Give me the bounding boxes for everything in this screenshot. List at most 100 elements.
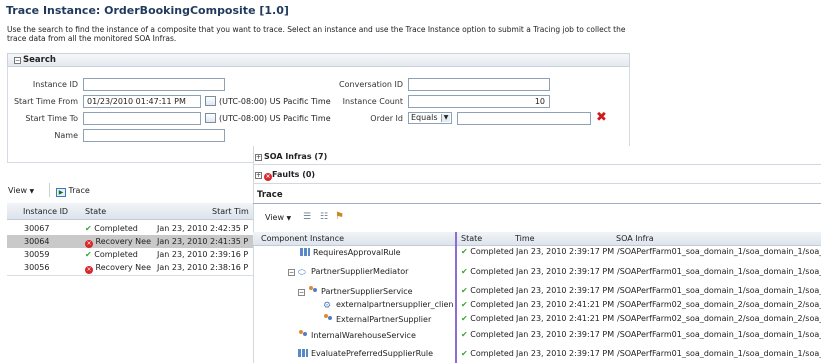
instance-id-cell: 30064 bbox=[24, 237, 50, 246]
state-text: Completed bbox=[470, 267, 514, 276]
column-header-time[interactable]: Time bbox=[515, 232, 535, 246]
conversation-id-input[interactable] bbox=[408, 78, 550, 91]
table-row[interactable]: 30059 ✔ Completed Jan 23, 2010 2:39:16 P bbox=[7, 248, 254, 261]
instance-count-label: Instance Count bbox=[342, 97, 403, 106]
time-cell: Jan 23, 2010 2:39:17 PM bbox=[516, 267, 615, 276]
order-id-input[interactable] bbox=[457, 112, 591, 125]
divider bbox=[253, 203, 821, 204]
trace-button[interactable]: ▶ Trace bbox=[56, 186, 90, 197]
view-menu[interactable]: View ▼ bbox=[8, 186, 34, 195]
state-cell: ✔ Completed bbox=[461, 300, 514, 309]
time-cell: Jan 23, 2010 2:39:17 PM bbox=[516, 349, 615, 358]
check-icon: ✔ bbox=[461, 286, 468, 295]
start-time-cell: Jan 23, 2010 2:38:16 P bbox=[157, 263, 249, 272]
table-row[interactable]: 30067 ✔ Completed Jan 23, 2010 2:42:35 P bbox=[7, 222, 254, 235]
column-header-state[interactable]: State bbox=[461, 232, 482, 246]
column-header-instance-id[interactable]: Instance ID bbox=[23, 207, 68, 216]
start-time-to-input[interactable] bbox=[83, 112, 201, 125]
table-row[interactable]: 30064 × Recovery Nee Jan 23, 2010 2:41:3… bbox=[7, 235, 254, 248]
name-label: Name bbox=[54, 131, 78, 140]
page-description: Use the search to find the instance of a… bbox=[7, 25, 626, 43]
soa-infras-section[interactable]: + SOA Infras (7) bbox=[255, 152, 327, 161]
service-icon bbox=[298, 330, 308, 339]
tree-node-external-supplier[interactable]: ExternalPartnerSupplier bbox=[323, 314, 431, 324]
instance-id-input[interactable] bbox=[83, 78, 225, 91]
panel-view-menu[interactable]: View ▼ bbox=[265, 213, 291, 222]
page-title: Trace Instance: OrderBookingComposite [1… bbox=[6, 4, 289, 17]
chevron-down-icon: ▼ bbox=[29, 188, 35, 195]
chevron-down-icon: ▼ bbox=[286, 215, 292, 222]
state-text: Completed bbox=[470, 314, 514, 323]
state-text: Completed bbox=[94, 250, 138, 259]
rule-icon bbox=[300, 248, 310, 256]
state-text: Completed bbox=[470, 300, 514, 309]
state-cell: ✔ Completed bbox=[85, 248, 138, 261]
start-time-to-label: Start Time To bbox=[25, 114, 78, 123]
column-header-start-time[interactable]: Start Tim bbox=[212, 207, 249, 216]
expand-icon[interactable]: + bbox=[255, 154, 262, 161]
expand-all-icon[interactable]: ☰ bbox=[303, 212, 311, 222]
collapse-all-icon[interactable]: ☷ bbox=[320, 212, 328, 222]
order-id-operator-select[interactable]: Equals ▼ bbox=[408, 112, 452, 124]
table-bottom-border bbox=[7, 275, 254, 276]
soa-infra-cell: /SOAPerfFarm01_soa_domain_1/soa_domain_1… bbox=[617, 330, 821, 339]
collapse-icon[interactable]: − bbox=[14, 57, 21, 64]
conversation-id-label: Conversation ID bbox=[339, 80, 403, 89]
instance-id-cell: 30067 bbox=[24, 224, 50, 233]
name-input[interactable] bbox=[83, 129, 225, 142]
node-label: PartnerSupplierMediator bbox=[311, 267, 409, 276]
collapse-icon[interactable]: − bbox=[288, 269, 295, 276]
column-header-component[interactable]: Component Instance bbox=[261, 232, 344, 246]
view-menu-label: View bbox=[8, 186, 27, 195]
tree-node-partner-mediator[interactable]: − ⬭ PartnerSupplierMediator bbox=[288, 267, 408, 278]
tree-node-internal-warehouse[interactable]: InternalWarehouseService bbox=[298, 330, 416, 340]
column-header-soa-infra[interactable]: SOA Infra bbox=[616, 232, 654, 246]
faults-label: Faults (0) bbox=[272, 170, 316, 179]
state-text: Completed bbox=[94, 224, 138, 233]
calendar-icon[interactable] bbox=[205, 113, 216, 123]
state-cell: ✔ Completed bbox=[461, 349, 514, 358]
trace-heading: Trace bbox=[257, 190, 283, 200]
tree-node-partner-service[interactable]: − PartnerSupplierService bbox=[298, 286, 413, 296]
table-row[interactable]: 30056 × Recovery Nee Jan 23, 2010 2:38:1… bbox=[7, 261, 254, 274]
error-icon: × bbox=[264, 173, 272, 181]
time-cell: Jan 23, 2010 2:39:17 PM bbox=[516, 286, 615, 295]
trace-table-header: Component Instance State Time SOA Infra bbox=[253, 232, 821, 246]
start-time-cell: Jan 23, 2010 2:41:35 P bbox=[157, 237, 249, 246]
calendar-icon[interactable] bbox=[205, 96, 216, 106]
start-time-from-label: Start Time From bbox=[13, 97, 78, 106]
faults-section[interactable]: + ×Faults (0) bbox=[255, 170, 315, 181]
node-label: InternalWarehouseService bbox=[311, 331, 416, 340]
column-header-state[interactable]: State bbox=[85, 207, 106, 216]
expand-icon[interactable]: + bbox=[255, 172, 262, 179]
state-text: Completed bbox=[470, 286, 514, 295]
state-text: Recovery Nee bbox=[95, 263, 152, 272]
order-id-label: Order Id bbox=[370, 114, 403, 123]
trace-button-label: Trace bbox=[68, 186, 90, 195]
collapse-icon[interactable]: − bbox=[298, 289, 305, 296]
state-cell: ✔ Completed bbox=[461, 286, 514, 295]
tree-node-requires-approval[interactable]: RequiresApprovalRule bbox=[300, 248, 401, 258]
instance-count-input[interactable]: 10 bbox=[408, 95, 550, 108]
start-time-from-input[interactable]: 01/23/2010 01:47:11 PM bbox=[83, 95, 201, 108]
node-label: externalpartnersupplier_client_ bbox=[336, 300, 453, 309]
soa-infra-cell: /SOAPerfFarm02_soa_domain_2/soa_domain_2… bbox=[617, 314, 821, 323]
service-icon bbox=[308, 286, 318, 295]
tree-node-external-client[interactable]: ⚙ externalpartnersupplier_client_ bbox=[323, 300, 453, 311]
state-cell: × Recovery Nee bbox=[85, 261, 151, 274]
start-to-timezone: (UTC-08:00) US Pacific Time bbox=[219, 114, 331, 123]
instance-id-cell: 30059 bbox=[24, 250, 50, 259]
mediator-icon: ⬭ bbox=[298, 268, 306, 278]
tree-node-evaluate-supplier[interactable]: EvaluatePreferredSupplierRule bbox=[298, 349, 433, 358]
remove-icon[interactable]: ✖ bbox=[596, 111, 607, 124]
column-resize-handle[interactable] bbox=[455, 232, 457, 363]
state-cell: ✔ Completed bbox=[461, 248, 514, 258]
time-cell: Jan 23, 2010 2:41:21 PM bbox=[516, 300, 615, 309]
check-icon: ✔ bbox=[461, 314, 468, 323]
instance-id-cell: 30056 bbox=[24, 263, 50, 272]
tree-focus-icon[interactable]: ⚑ bbox=[335, 211, 344, 222]
search-section-header[interactable]: − Search bbox=[7, 53, 630, 67]
bpel-icon: ⚙ bbox=[323, 301, 332, 311]
soa-infra-cell: /SOAPerfFarm01_soa_domain_1/soa_domain_1… bbox=[617, 267, 821, 276]
node-label: ExternalPartnerSupplier bbox=[336, 315, 432, 324]
